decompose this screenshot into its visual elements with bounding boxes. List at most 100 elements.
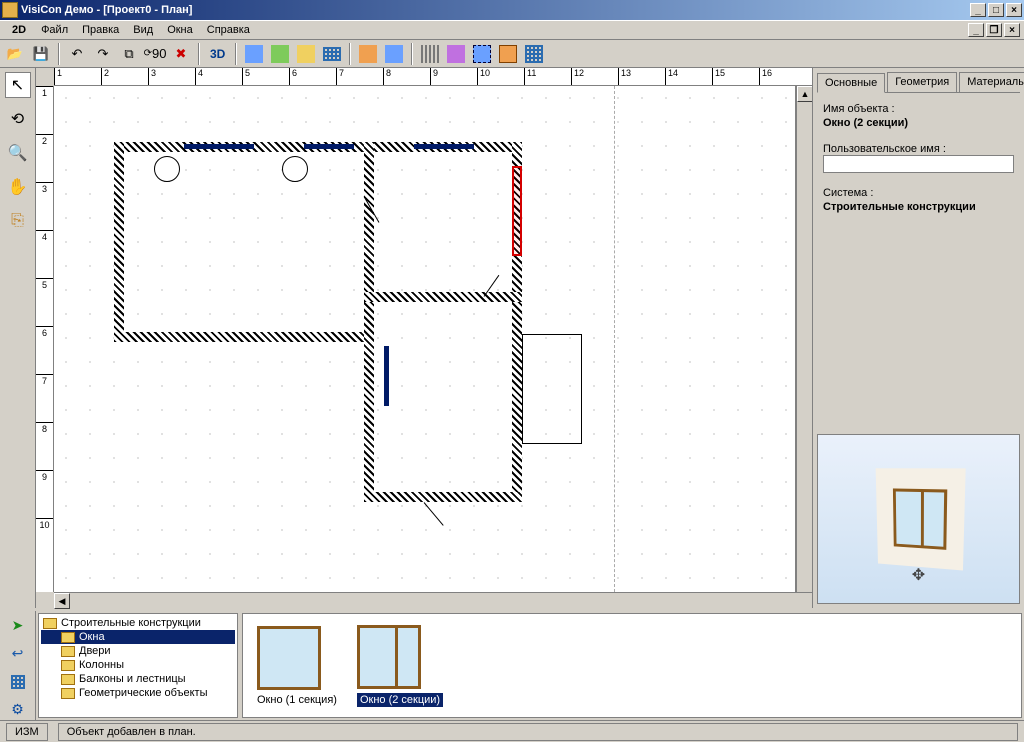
window-opening[interactable] bbox=[384, 346, 389, 406]
place-door-tool[interactable]: ⎘ bbox=[5, 208, 31, 234]
fixture-circle[interactable] bbox=[154, 156, 180, 182]
window-icon bbox=[257, 626, 321, 690]
rotate-tool[interactable]: ⟲ bbox=[5, 106, 31, 132]
tree-item[interactable]: Колонны bbox=[41, 658, 235, 672]
ruler-tick: 7 bbox=[36, 374, 53, 386]
object-name-value: Окно (2 секции) bbox=[823, 117, 1014, 129]
mdi-close-button[interactable]: × bbox=[1004, 23, 1020, 37]
library-settings-button[interactable]: ⚙ bbox=[7, 700, 29, 720]
door-swing[interactable] bbox=[424, 502, 444, 526]
menu-file[interactable]: Файл bbox=[34, 22, 75, 38]
tab-materials[interactable]: Материалы bbox=[959, 72, 1024, 92]
undo-button[interactable] bbox=[66, 43, 88, 65]
tool-b-button[interactable] bbox=[383, 43, 405, 65]
user-name-input[interactable] bbox=[823, 155, 1014, 173]
floorplan-canvas[interactable] bbox=[54, 86, 796, 592]
tree-item[interactable]: Двери bbox=[41, 644, 235, 658]
scroll-up-button[interactable]: ▲ bbox=[797, 86, 813, 102]
menu-help[interactable]: Справка bbox=[200, 22, 257, 38]
tool-material-button[interactable] bbox=[269, 43, 291, 65]
snap-1-button[interactable] bbox=[419, 43, 441, 65]
window-icon bbox=[357, 625, 421, 689]
snap-2-button[interactable] bbox=[445, 43, 467, 65]
wall[interactable] bbox=[364, 142, 374, 502]
tool-grid-button[interactable] bbox=[321, 43, 343, 65]
select-tool[interactable]: ↖ bbox=[5, 72, 31, 98]
maximize-button[interactable]: □ bbox=[988, 3, 1004, 17]
app-title: VisiCon Демо - [Проект0 - План] bbox=[21, 4, 192, 16]
titlebar: VisiCon Демо - [Проект0 - План] _ □ × bbox=[0, 0, 1024, 20]
copy-button[interactable] bbox=[118, 43, 140, 65]
tree-root[interactable]: Строительные конструкции bbox=[41, 616, 235, 630]
menu-view[interactable]: Вид bbox=[126, 22, 160, 38]
menu-windows[interactable]: Окна bbox=[160, 22, 200, 38]
minimize-button[interactable]: _ bbox=[970, 3, 986, 17]
orbit-icon[interactable]: ✥ bbox=[912, 565, 925, 585]
fixture-circle[interactable] bbox=[282, 156, 308, 182]
rotate-button[interactable]: 90 bbox=[144, 43, 166, 65]
vertical-ruler: 12345678910 bbox=[36, 86, 54, 592]
ruler-tick: 10 bbox=[477, 68, 490, 85]
ruler-tick: 16 bbox=[759, 68, 772, 85]
mdi-restore-button[interactable]: ❐ bbox=[986, 23, 1002, 37]
ruler-tick: 4 bbox=[195, 68, 203, 85]
save-button[interactable] bbox=[30, 43, 52, 65]
status-message: Объект добавлен в план. bbox=[58, 723, 1018, 741]
tree-item-label: Геометрические объекты bbox=[79, 687, 207, 699]
tool-layers-button[interactable] bbox=[295, 43, 317, 65]
mode-2d-toggle[interactable]: 2D bbox=[4, 21, 34, 39]
thumbnail-label: Окно (2 секции) bbox=[357, 693, 443, 707]
window-opening[interactable] bbox=[184, 144, 254, 149]
scroll-left-button[interactable]: ◀ bbox=[54, 593, 70, 609]
library-thumbnail[interactable]: Окно (1 секция) bbox=[257, 626, 337, 706]
selected-window[interactable] bbox=[512, 166, 522, 256]
tree-item[interactable]: Балконы и лестницы bbox=[41, 672, 235, 686]
menubar: 2D Файл Правка Вид Окна Справка _ ❐ × bbox=[0, 20, 1024, 40]
balcony[interactable] bbox=[522, 334, 582, 444]
open-button[interactable] bbox=[4, 43, 26, 65]
tree-item[interactable]: Геометрические объекты bbox=[41, 686, 235, 700]
snap-4-button[interactable] bbox=[497, 43, 519, 65]
wall[interactable] bbox=[114, 332, 374, 342]
pan-tool[interactable]: ✋ bbox=[5, 174, 31, 200]
library-tree[interactable]: Строительные конструкции ОкнаДвериКолонн… bbox=[38, 613, 238, 718]
snap-3-button[interactable] bbox=[471, 43, 493, 65]
tree-item-label: Колонны bbox=[79, 659, 124, 671]
tool-export-button[interactable] bbox=[243, 43, 265, 65]
view-3d-button[interactable]: 3D bbox=[206, 43, 229, 65]
tool-a-button[interactable] bbox=[357, 43, 379, 65]
user-name-label: Пользовательское имя : bbox=[823, 143, 1014, 155]
tab-geometry[interactable]: Геометрия bbox=[887, 72, 957, 92]
measure-tool[interactable]: 🔍 bbox=[5, 140, 31, 166]
library-refresh-button[interactable]: ➤ bbox=[7, 615, 29, 635]
tab-main[interactable]: Основные bbox=[817, 73, 885, 93]
window-opening[interactable] bbox=[304, 144, 354, 149]
redo-button[interactable] bbox=[92, 43, 114, 65]
mdi-minimize-button[interactable]: _ bbox=[968, 23, 984, 37]
horizontal-scrollbar[interactable]: ◀ bbox=[54, 592, 812, 608]
window-opening[interactable] bbox=[414, 144, 474, 149]
ruler-tick: 8 bbox=[383, 68, 391, 85]
ruler-tick: 10 bbox=[36, 518, 53, 530]
library-back-button[interactable]: ↩ bbox=[7, 643, 29, 663]
wall[interactable] bbox=[114, 142, 124, 342]
ruler-tick: 5 bbox=[242, 68, 250, 85]
wall[interactable] bbox=[364, 492, 522, 502]
library-view-button[interactable] bbox=[7, 672, 29, 692]
library-thumbnails: Окно (1 секция) Окно (2 секции) bbox=[242, 613, 1022, 718]
menu-edit[interactable]: Правка bbox=[75, 22, 126, 38]
close-button[interactable]: × bbox=[1006, 3, 1022, 17]
ruler-tick: 1 bbox=[54, 68, 62, 85]
ruler-tick: 8 bbox=[36, 422, 53, 434]
ruler-tick: 1 bbox=[36, 86, 53, 98]
delete-button[interactable] bbox=[170, 43, 192, 65]
grid-toggle-button[interactable] bbox=[523, 43, 545, 65]
wall[interactable] bbox=[364, 292, 522, 302]
library-thumbnail[interactable]: Окно (2 секции) bbox=[357, 625, 443, 707]
ruler-tick: 4 bbox=[36, 230, 53, 242]
preview-3d[interactable]: ✥ bbox=[817, 434, 1020, 604]
tree-item[interactable]: Окна bbox=[41, 630, 235, 644]
ruler-tick: 15 bbox=[712, 68, 725, 85]
ruler-tick: 5 bbox=[36, 278, 53, 290]
vertical-scrollbar[interactable]: ▲ bbox=[796, 86, 812, 592]
